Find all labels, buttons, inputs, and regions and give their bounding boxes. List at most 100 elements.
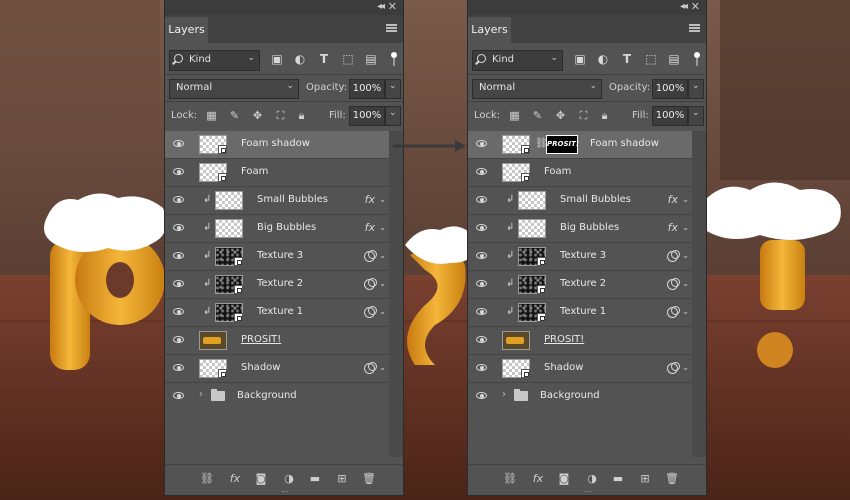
layer-row-texture-2[interactable]: ↲ Texture 2 ⌄ [468,271,692,299]
chevron-down-icon[interactable]: ⌄ [379,195,386,204]
add-mask-icon[interactable]: ◙ [557,472,571,486]
lock-image-brush-icon[interactable]: ✎ [531,109,544,122]
lock-all-icon[interactable]: 🔒︎ [598,109,611,122]
new-group-icon[interactable]: ▬ [611,472,625,486]
smart-filter-icon[interactable] [364,362,377,374]
link-layers-icon[interactable]: ⛓ [200,472,214,486]
fill-input[interactable]: 100% [652,106,688,126]
fill-dropdown[interactable]: ⌄ [688,106,704,126]
visibility-eye-icon[interactable] [173,140,185,148]
lock-image-brush-icon[interactable]: ✎ [228,109,241,122]
shape-filter-icon[interactable]: ⬚ [644,52,658,66]
layer-row-texture-3[interactable]: ↲ Texture 3 ⌄ [165,243,389,271]
close-panel-icon[interactable]: ✕ [691,0,700,13]
lock-all-icon[interactable]: 🔒︎ [295,109,308,122]
lock-position-icon[interactable]: ✥ [554,109,567,122]
visibility-eye-icon[interactable] [476,252,488,260]
visibility-eye-icon[interactable] [173,364,185,372]
layer-row-shadow[interactable]: Shadow ⌄ [468,355,692,383]
add-style-fx-icon[interactable]: fx [531,472,545,486]
fill-dropdown[interactable]: ⌄ [385,106,401,126]
layer-list-scrollbar[interactable] [389,131,403,457]
resize-grip[interactable] [282,491,288,494]
chevron-down-icon[interactable]: ⌄ [379,223,386,232]
opacity-input[interactable]: 100% [349,79,385,99]
layer-row-foam-shadow[interactable]: ⛓ PROSIT! Foam shadow [468,131,692,159]
opacity-input[interactable]: 100% [652,79,688,99]
lock-artboard-icon[interactable]: ⛶ [274,109,287,122]
chevron-down-icon[interactable]: ⌄ [379,279,386,288]
visibility-eye-icon[interactable] [476,280,488,288]
filter-toggle[interactable] [391,51,397,67]
adjustment-layer-icon[interactable]: ◑ [282,472,296,486]
pixel-layer-filter-icon[interactable]: ▣ [270,52,284,66]
visibility-eye-icon[interactable] [173,392,185,400]
chevron-down-icon[interactable]: ⌄ [682,363,689,372]
kind-filter-select[interactable]: Kind ⌄ [472,50,563,71]
tab-layers[interactable]: Layers [468,17,511,43]
smart-filter-icon[interactable] [364,306,377,318]
smart-object-filter-icon[interactable]: ▤ [667,52,681,66]
collapse-panel-icon[interactable]: ◂◂ [680,1,688,12]
filter-toggle[interactable] [694,51,700,67]
visibility-eye-icon[interactable] [173,252,185,260]
pixel-layer-filter-icon[interactable]: ▣ [573,52,587,66]
new-group-icon[interactable]: ▬ [308,472,322,486]
adjustment-filter-icon[interactable]: ◐ [596,52,610,66]
smart-filter-icon[interactable] [364,250,377,262]
smart-filter-icon[interactable] [667,278,680,290]
new-layer-icon[interactable]: ⊞ [335,472,349,486]
layer-row-background-group[interactable]: › Background [165,383,389,410]
lock-artboard-icon[interactable]: ⛶ [577,109,590,122]
adjustment-layer-icon[interactable]: ◑ [585,472,599,486]
expand-group-chevron-icon[interactable]: › [502,389,506,400]
add-mask-icon[interactable]: ◙ [254,472,268,486]
visibility-eye-icon[interactable] [476,224,488,232]
layer-row-big-bubbles[interactable]: ↲ Big Bubbles fx ⌄ [165,215,389,243]
lock-transparent-icon[interactable]: ▦ [205,109,218,122]
layer-row-prosit[interactable]: PROSIT! [468,327,692,355]
shape-filter-icon[interactable]: ⬚ [341,52,355,66]
visibility-eye-icon[interactable] [476,140,488,148]
type-filter-icon[interactable]: T [620,52,634,66]
chevron-down-icon[interactable]: ⌄ [379,251,386,260]
expand-group-chevron-icon[interactable]: › [199,389,203,400]
layer-row-foam[interactable]: Foam [165,159,389,187]
layer-row-texture-3[interactable]: ↲ Texture 3 ⌄ [468,243,692,271]
fx-icon[interactable]: fx [668,221,678,234]
add-style-fx-icon[interactable]: fx [228,472,242,486]
panel-menu-icon[interactable] [689,24,700,32]
kind-filter-select[interactable]: Kind ⌄ [169,50,260,71]
collapse-panel-icon[interactable]: ◂◂ [377,1,385,12]
close-panel-icon[interactable]: ✕ [388,0,397,13]
tab-layers[interactable]: Layers [165,17,208,43]
blend-mode-select[interactable]: Normal ⌄ [472,79,602,99]
chevron-down-icon[interactable]: ⌄ [379,363,386,372]
chevron-down-icon[interactable]: ⌄ [682,251,689,260]
lock-position-icon[interactable]: ✥ [251,109,264,122]
layer-row-texture-1[interactable]: ↲ Texture 1 ⌄ [468,299,692,327]
link-layers-icon[interactable]: ⛓ [503,472,517,486]
resize-grip[interactable] [585,491,591,494]
visibility-eye-icon[interactable] [476,364,488,372]
smart-object-filter-icon[interactable]: ▤ [364,52,378,66]
visibility-eye-icon[interactable] [476,168,488,176]
opacity-dropdown[interactable]: ⌄ [385,79,401,99]
layer-row-shadow[interactable]: Shadow ⌄ [165,355,389,383]
chevron-down-icon[interactable]: ⌄ [682,279,689,288]
visibility-eye-icon[interactable] [173,196,185,204]
delete-layer-icon[interactable]: 🗑︎ [665,472,679,486]
fx-icon[interactable]: fx [668,193,678,206]
visibility-eye-icon[interactable] [476,196,488,204]
layer-row-small-bubbles[interactable]: ↲ Small Bubbles fx ⌄ [165,187,389,215]
smart-filter-icon[interactable] [364,278,377,290]
visibility-eye-icon[interactable] [476,336,488,344]
layer-row-foam[interactable]: Foam [468,159,692,187]
panel-menu-icon[interactable] [386,24,397,32]
smart-filter-icon[interactable] [667,306,680,318]
visibility-eye-icon[interactable] [173,168,185,176]
layer-row-small-bubbles[interactable]: ↲ Small Bubbles fx ⌄ [468,187,692,215]
layer-row-background-group[interactable]: › Background [468,383,692,410]
smart-filter-icon[interactable] [667,250,680,262]
layer-list-scrollbar[interactable] [692,131,706,457]
